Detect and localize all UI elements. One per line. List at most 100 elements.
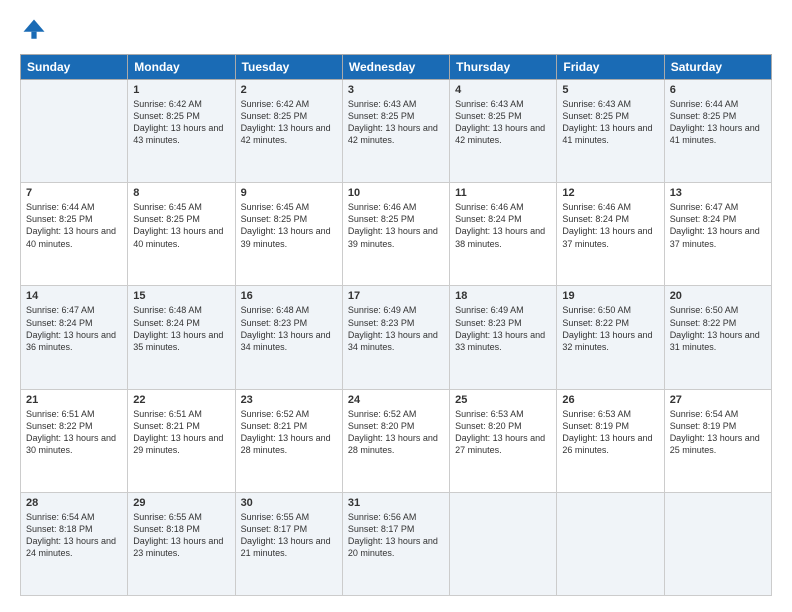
day-info: Sunrise: 6:52 AMSunset: 8:21 PMDaylight:…	[241, 408, 337, 457]
calendar-cell: 7Sunrise: 6:44 AMSunset: 8:25 PMDaylight…	[21, 183, 128, 286]
day-info: Sunrise: 6:49 AMSunset: 8:23 PMDaylight:…	[348, 304, 444, 353]
calendar-cell: 22 Sunrise: 6:51 AMSunset: 8:21 PMDayligh…	[128, 389, 235, 492]
day-info: Sunrise: 6:54 AMSunset: 8:19 PMDaylight:…	[670, 408, 766, 457]
day-number: 17	[348, 290, 444, 302]
calendar-cell	[450, 492, 557, 595]
logo	[20, 16, 52, 44]
day-number: 20	[670, 290, 766, 302]
calendar-cell: 24 Sunrise: 6:52 AMSunset: 8:20 PMDayligh…	[342, 389, 449, 492]
calendar-cell: 26 Sunrise: 6:53 AMSunset: 8:19 PMDayligh…	[557, 389, 664, 492]
day-info: Sunrise: 6:45 AMSunset: 8:25 PMDaylight:…	[133, 201, 229, 250]
day-info: Sunrise: 6:47 AMSunset: 8:24 PMDaylight:…	[26, 304, 122, 353]
calendar-cell: 2 Sunrise: 6:42 AMSunset: 8:25 PMDaylight…	[235, 80, 342, 183]
day-number: 1	[133, 84, 229, 96]
header-day-thursday: Thursday	[450, 55, 557, 80]
header	[20, 16, 772, 44]
calendar-cell: 17 Sunrise: 6:49 AMSunset: 8:23 PMDayligh…	[342, 286, 449, 389]
day-info: Sunrise: 6:43 AMSunset: 8:25 PMDaylight:…	[348, 98, 444, 147]
calendar-page: SundayMondayTuesdayWednesdayThursdayFrid…	[0, 0, 792, 612]
day-info: Sunrise: 6:55 AMSunset: 8:17 PMDaylight:…	[241, 511, 337, 560]
day-info: Sunrise: 6:42 AMSunset: 8:25 PMDaylight:…	[133, 98, 229, 147]
day-number: 18	[455, 290, 551, 302]
day-number: 4	[455, 84, 551, 96]
calendar-cell: 31 Sunrise: 6:56 AMSunset: 8:17 PMDayligh…	[342, 492, 449, 595]
days-header-row: SundayMondayTuesdayWednesdayThursdayFrid…	[21, 55, 772, 80]
day-number: 16	[241, 290, 337, 302]
header-day-friday: Friday	[557, 55, 664, 80]
day-number: 7	[26, 187, 122, 199]
day-number: 27	[670, 394, 766, 406]
day-info: Sunrise: 6:49 AMSunset: 8:23 PMDaylight:…	[455, 304, 551, 353]
calendar-cell: 30Sunrise: 6:55 AMSunset: 8:17 PMDayligh…	[235, 492, 342, 595]
calendar-cell: 25 Sunrise: 6:53 AMSunset: 8:20 PMDayligh…	[450, 389, 557, 492]
calendar-cell: 19 Sunrise: 6:50 AMSunset: 8:22 PMDayligh…	[557, 286, 664, 389]
day-number: 9	[241, 187, 337, 199]
day-info: Sunrise: 6:53 AMSunset: 8:19 PMDaylight:…	[562, 408, 658, 457]
logo-icon	[20, 16, 48, 44]
calendar-cell: 23 Sunrise: 6:52 AMSunset: 8:21 PMDayligh…	[235, 389, 342, 492]
day-info: Sunrise: 6:56 AMSunset: 8:17 PMDaylight:…	[348, 511, 444, 560]
calendar-cell: 15Sunrise: 6:48 AMSunset: 8:24 PMDayligh…	[128, 286, 235, 389]
calendar-cell	[21, 80, 128, 183]
day-number: 5	[562, 84, 658, 96]
day-info: Sunrise: 6:50 AMSunset: 8:22 PMDaylight:…	[562, 304, 658, 353]
day-number: 6	[670, 84, 766, 96]
header-day-saturday: Saturday	[664, 55, 771, 80]
week-row-4: 21Sunrise: 6:51 AMSunset: 8:22 PMDayligh…	[21, 389, 772, 492]
day-number: 22	[133, 394, 229, 406]
day-info: Sunrise: 6:50 AMSunset: 8:22 PMDaylight:…	[670, 304, 766, 353]
week-row-5: 28Sunrise: 6:54 AMSunset: 8:18 PMDayligh…	[21, 492, 772, 595]
calendar-cell: 16 Sunrise: 6:48 AMSunset: 8:23 PMDayligh…	[235, 286, 342, 389]
day-number: 12	[562, 187, 658, 199]
calendar-cell: 13Sunrise: 6:47 AMSunset: 8:24 PMDayligh…	[664, 183, 771, 286]
header-day-monday: Monday	[128, 55, 235, 80]
day-number: 25	[455, 394, 551, 406]
day-number: 14	[26, 290, 122, 302]
day-number: 21	[26, 394, 122, 406]
day-number: 10	[348, 187, 444, 199]
calendar-cell: 9 Sunrise: 6:45 AMSunset: 8:25 PMDaylight…	[235, 183, 342, 286]
day-number: 2	[241, 84, 337, 96]
calendar-cell	[557, 492, 664, 595]
day-info: Sunrise: 6:47 AMSunset: 8:24 PMDaylight:…	[670, 201, 766, 250]
day-number: 3	[348, 84, 444, 96]
day-info: Sunrise: 6:51 AMSunset: 8:21 PMDaylight:…	[133, 408, 229, 457]
day-number: 23	[241, 394, 337, 406]
calendar-cell	[664, 492, 771, 595]
day-info: Sunrise: 6:54 AMSunset: 8:18 PMDaylight:…	[26, 511, 122, 560]
day-number: 31	[348, 497, 444, 509]
day-info: Sunrise: 6:42 AMSunset: 8:25 PMDaylight:…	[241, 98, 337, 147]
calendar-cell: 20 Sunrise: 6:50 AMSunset: 8:22 PMDayligh…	[664, 286, 771, 389]
calendar-cell: 27 Sunrise: 6:54 AMSunset: 8:19 PMDayligh…	[664, 389, 771, 492]
calendar-cell: 3 Sunrise: 6:43 AMSunset: 8:25 PMDaylight…	[342, 80, 449, 183]
calendar-cell: 29 Sunrise: 6:55 AMSunset: 8:18 PMDayligh…	[128, 492, 235, 595]
day-info: Sunrise: 6:55 AMSunset: 8:18 PMDaylight:…	[133, 511, 229, 560]
day-number: 19	[562, 290, 658, 302]
day-info: Sunrise: 6:48 AMSunset: 8:23 PMDaylight:…	[241, 304, 337, 353]
day-info: Sunrise: 6:45 AMSunset: 8:25 PMDaylight:…	[241, 201, 337, 250]
week-row-1: 1 Sunrise: 6:42 AMSunset: 8:25 PMDaylight…	[21, 80, 772, 183]
calendar-cell: 12Sunrise: 6:46 AMSunset: 8:24 PMDayligh…	[557, 183, 664, 286]
calendar-cell: 10 Sunrise: 6:46 AMSunset: 8:25 PMDayligh…	[342, 183, 449, 286]
header-day-tuesday: Tuesday	[235, 55, 342, 80]
week-row-3: 14 Sunrise: 6:47 AMSunset: 8:24 PMDayligh…	[21, 286, 772, 389]
calendar-cell: 8 Sunrise: 6:45 AMSunset: 8:25 PMDaylight…	[128, 183, 235, 286]
day-info: Sunrise: 6:44 AMSunset: 8:25 PMDaylight:…	[670, 98, 766, 147]
day-number: 29	[133, 497, 229, 509]
day-info: Sunrise: 6:43 AMSunset: 8:25 PMDaylight:…	[455, 98, 551, 147]
day-number: 11	[455, 187, 551, 199]
day-info: Sunrise: 6:46 AMSunset: 8:24 PMDaylight:…	[455, 201, 551, 250]
day-number: 26	[562, 394, 658, 406]
day-number: 8	[133, 187, 229, 199]
calendar-cell: 28Sunrise: 6:54 AMSunset: 8:18 PMDayligh…	[21, 492, 128, 595]
calendar-table: SundayMondayTuesdayWednesdayThursdayFrid…	[20, 54, 772, 596]
day-number: 24	[348, 394, 444, 406]
day-info: Sunrise: 6:53 AMSunset: 8:20 PMDaylight:…	[455, 408, 551, 457]
calendar-cell: 21Sunrise: 6:51 AMSunset: 8:22 PMDayligh…	[21, 389, 128, 492]
day-info: Sunrise: 6:46 AMSunset: 8:25 PMDaylight:…	[348, 201, 444, 250]
calendar-cell: 18 Sunrise: 6:49 AMSunset: 8:23 PMDayligh…	[450, 286, 557, 389]
day-info: Sunrise: 6:52 AMSunset: 8:20 PMDaylight:…	[348, 408, 444, 457]
calendar-cell: 5Sunrise: 6:43 AMSunset: 8:25 PMDaylight…	[557, 80, 664, 183]
day-number: 15	[133, 290, 229, 302]
calendar-cell: 6 Sunrise: 6:44 AMSunset: 8:25 PMDaylight…	[664, 80, 771, 183]
